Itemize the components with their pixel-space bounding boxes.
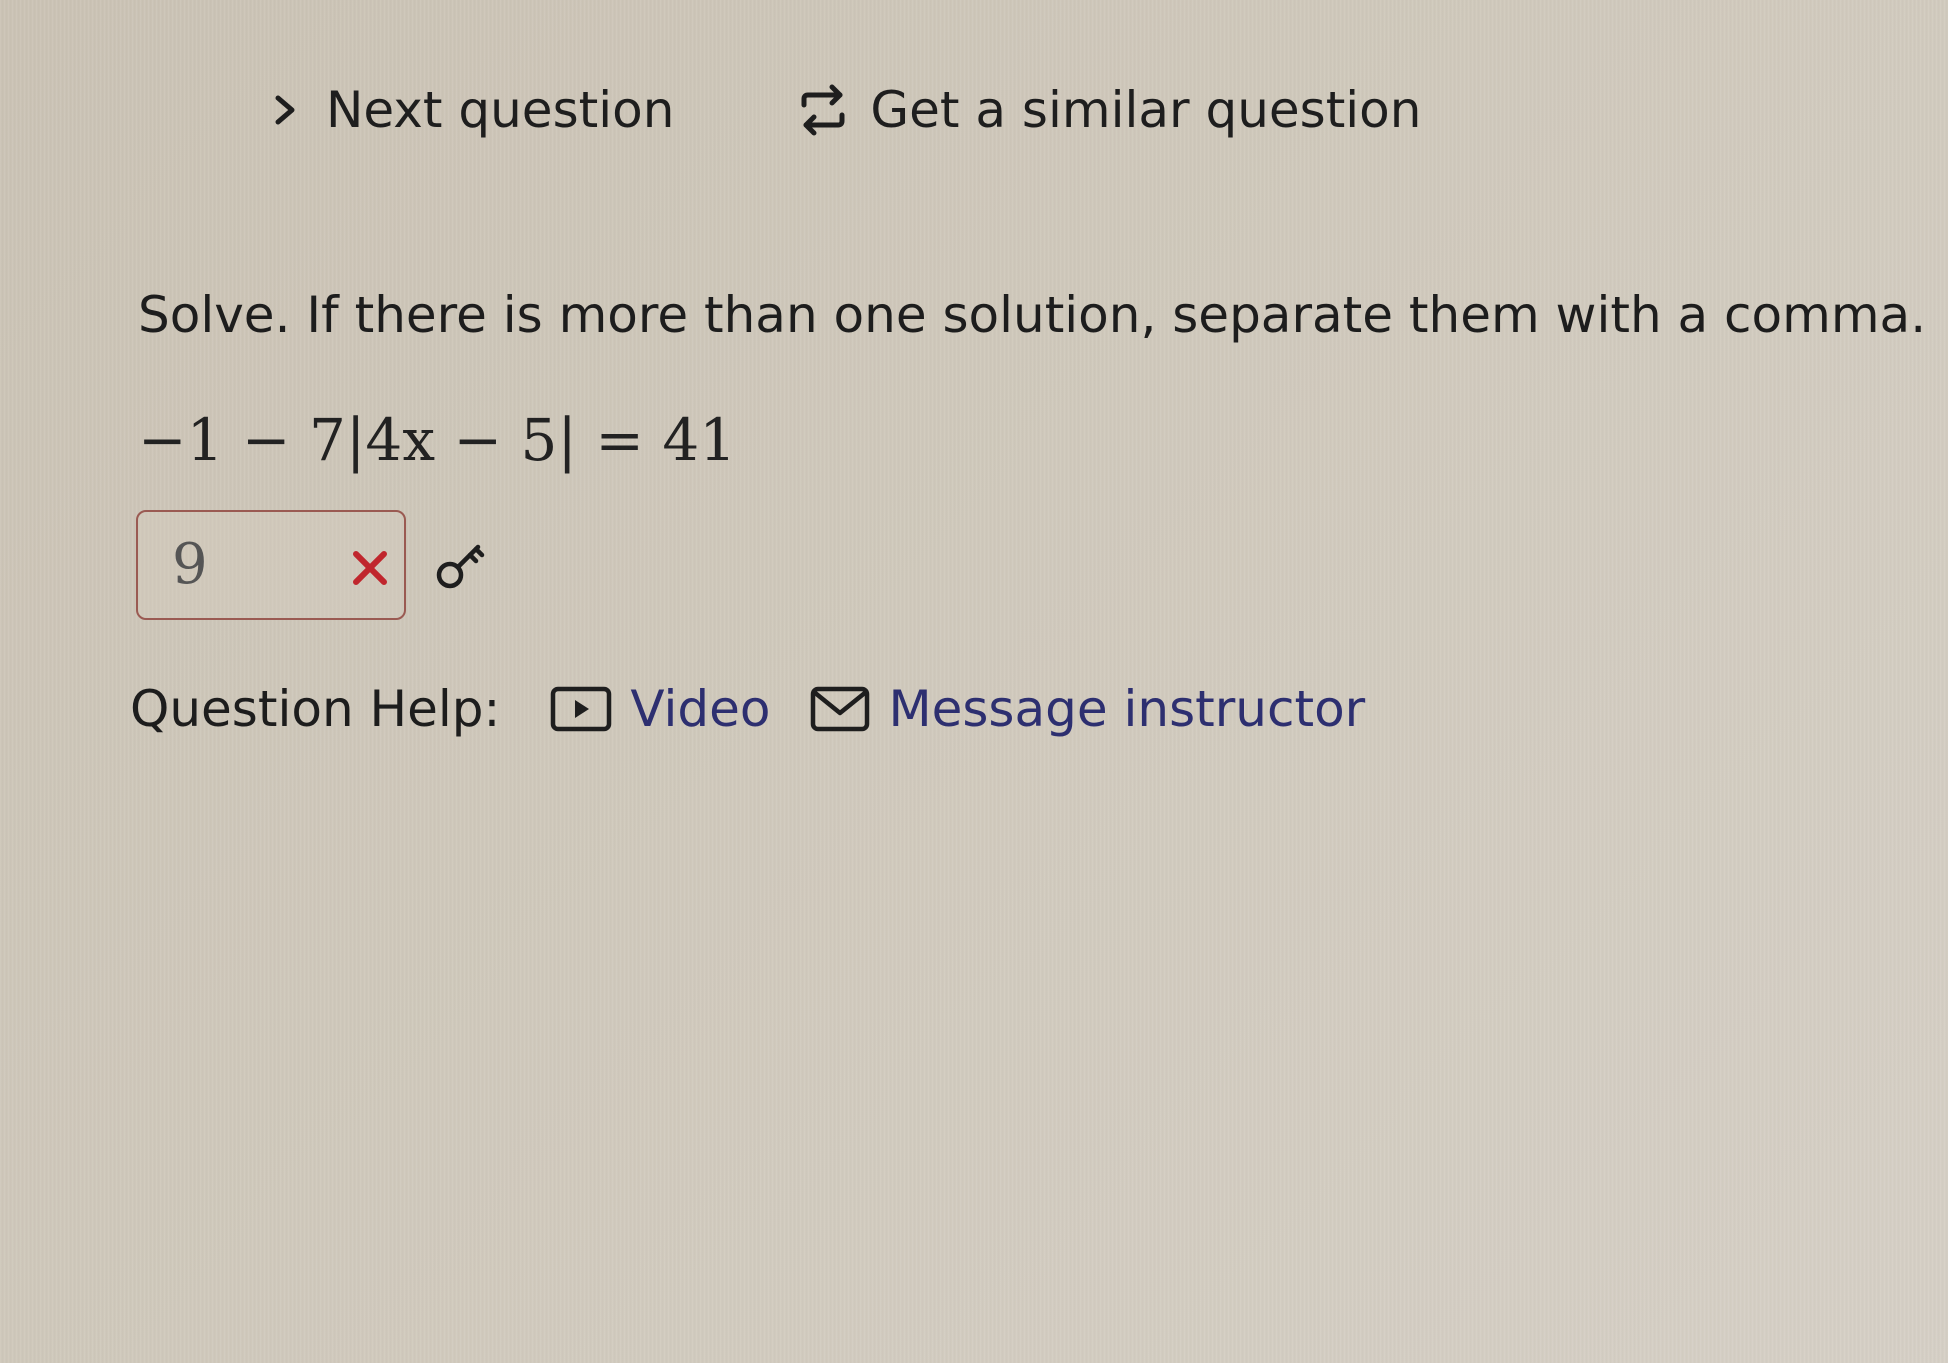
answer-row: 9 — [136, 510, 488, 620]
question-prompt: Solve. If there is more than one solutio… — [138, 286, 1927, 344]
question-help-label: Question Help: — [130, 680, 501, 738]
message-instructor-link[interactable]: Message instructor — [810, 680, 1365, 738]
question-help: Question Help: Video Message instructor — [130, 680, 1365, 738]
answer-value: 9 — [172, 532, 208, 597]
envelope-icon — [810, 686, 870, 732]
question-equation: −1 − 7|4x − 5| = 41 — [138, 406, 737, 474]
chevron-right-icon — [270, 90, 300, 130]
answer-input[interactable]: 9 — [136, 510, 406, 620]
question-navigation: Next question Get a similar question — [270, 70, 1421, 150]
next-question-label: Next question — [326, 81, 675, 139]
video-play-icon — [550, 686, 612, 732]
next-question-link[interactable]: Next question — [270, 81, 674, 139]
video-link[interactable]: Video — [550, 680, 770, 738]
key-icon[interactable] — [432, 537, 488, 593]
similar-question-label: Get a similar question — [870, 81, 1422, 139]
video-label: Video — [630, 680, 771, 738]
x-mark-icon — [348, 546, 392, 590]
repeat-arrows-icon — [794, 81, 852, 139]
message-instructor-label: Message instructor — [888, 680, 1366, 738]
similar-question-link[interactable]: Get a similar question — [794, 81, 1421, 139]
